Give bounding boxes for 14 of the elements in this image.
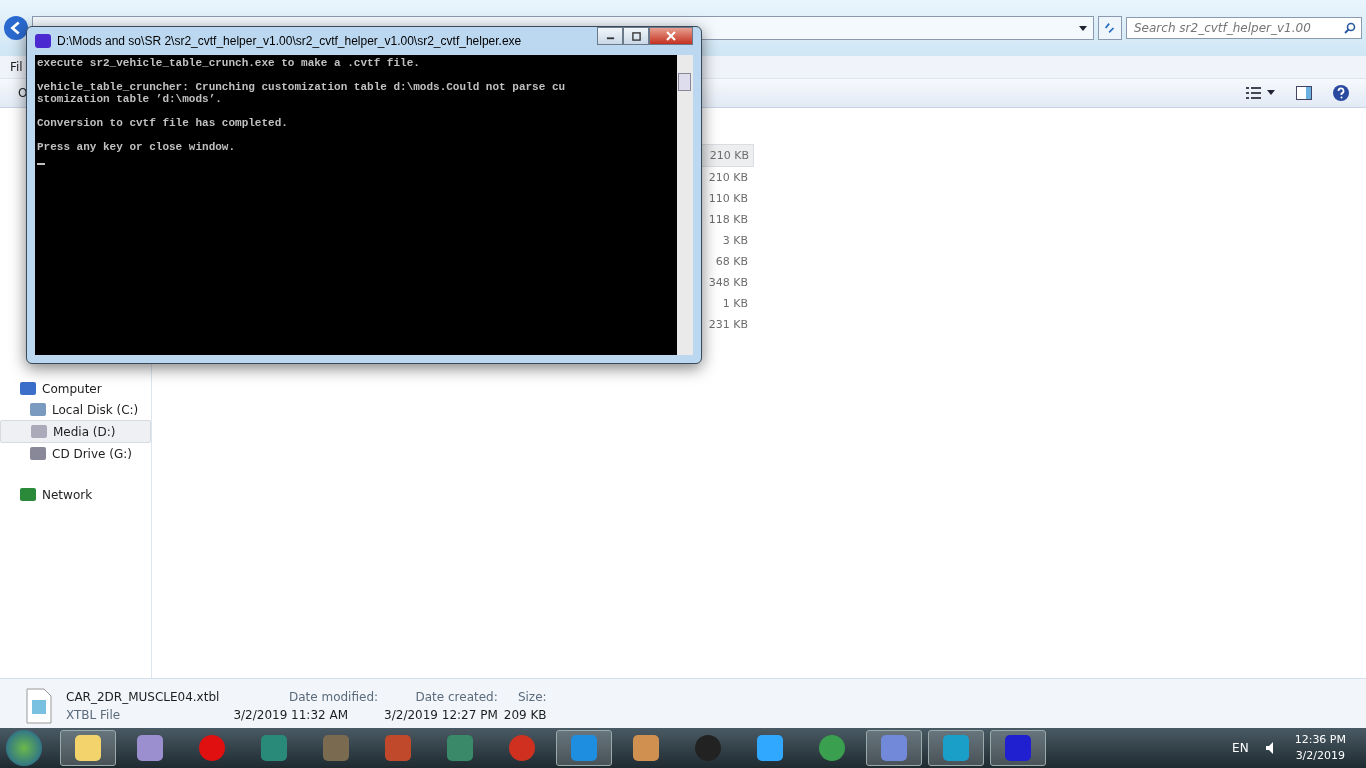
detail-value: 3/2/2019 12:27 PM xyxy=(384,708,498,722)
detail-label: Date modified: xyxy=(287,690,379,704)
detail-label: Size: xyxy=(516,690,547,704)
console-line: Conversion to cvtf file has completed. xyxy=(37,117,289,129)
console-line: Press any key or close window. xyxy=(37,141,237,153)
file-type: XTBL File xyxy=(66,708,122,722)
file-name: CAR_2DR_MUSCLE04.xtbl xyxy=(66,690,220,704)
detail-value: 3/2/2019 11:32 AM xyxy=(233,708,349,722)
detail-value: 209 KB xyxy=(503,708,547,722)
window-title: D:\Mods and so\SR 2\sr2_cvtf_helper_v1.00\sr2_cvtf_helper_v1.00\sr2_cvtf_helper.exe xyxy=(57,34,522,48)
console-line: vehicle_table_cruncher: Crunching customization table d:\mods.Could not parse cu xyxy=(37,81,567,93)
detail-label: Date created: xyxy=(414,690,498,704)
console-line: stomization table ’d:\mods’. xyxy=(37,93,223,105)
console-line: execute sr2_vehicle_table_crunch.exe to make a .cvtf file. xyxy=(37,57,421,69)
